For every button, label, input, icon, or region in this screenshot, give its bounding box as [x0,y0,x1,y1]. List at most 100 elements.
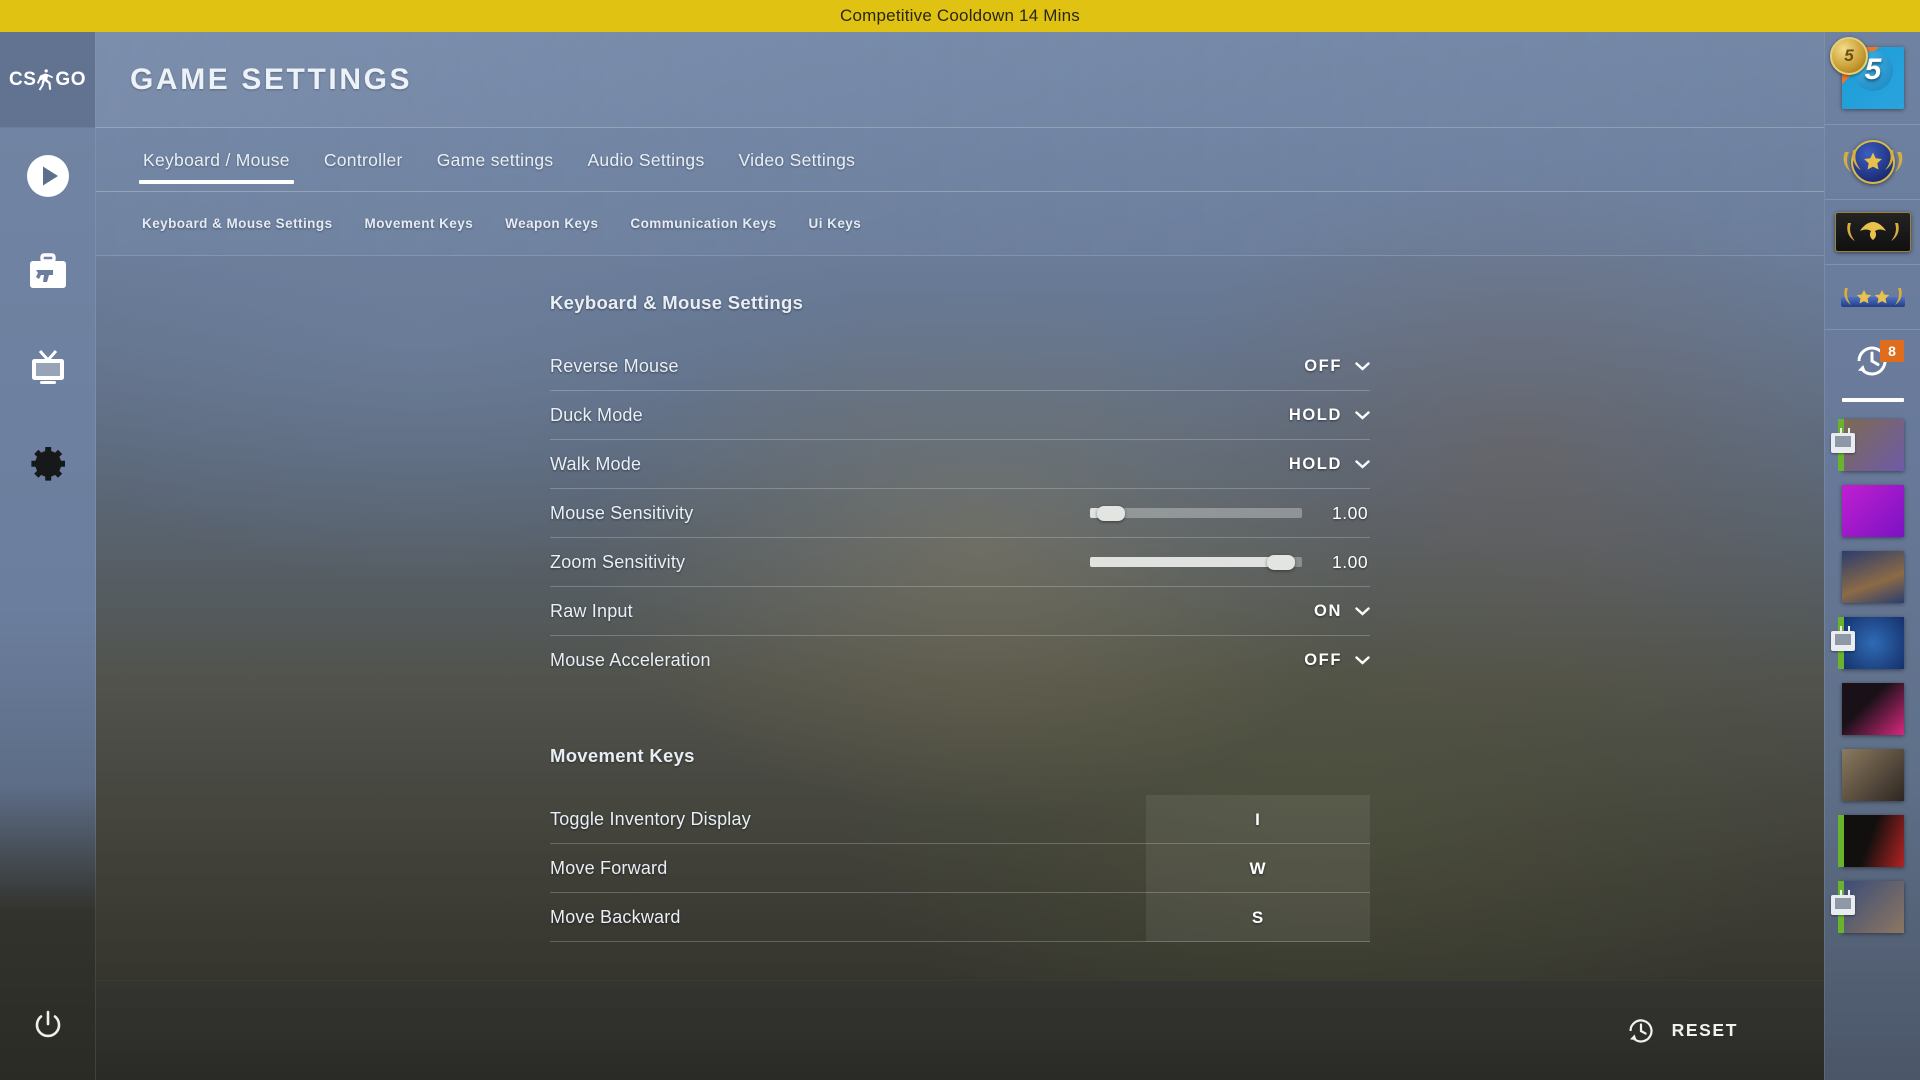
laurel-wreath-icon [1843,150,1903,172]
friend-avatar-5[interactable] [1842,683,1904,735]
settings-content: Keyboard & Mouse Settings Reverse Mouse … [96,256,1824,980]
left-sidebar: CS GO [0,32,96,1080]
tab-video-settings[interactable]: Video Settings [722,128,873,192]
setting-label: Toggle Inventory Display [550,808,751,829]
setting-row-raw-input[interactable]: Raw Input ON [550,587,1370,636]
friend-avatar-4[interactable] [1831,617,1904,669]
chevron-down-icon [1355,656,1370,665]
setting-row-mouse-sensitivity[interactable]: Mouse Sensitivity 1.00 [550,489,1370,538]
watch-stream-icon[interactable] [1831,895,1855,915]
friend-slot[interactable] [1825,478,1920,544]
competitive-cooldown-banner: Competitive Cooldown 14 Mins [0,0,1920,32]
setting-row-zoom-sensitivity[interactable]: Zoom Sensitivity 1.00 [550,538,1370,587]
setting-value-dropdown[interactable]: HOLD [1289,455,1370,474]
mouse-sensitivity-value: 1.00 [1332,502,1369,523]
reset-label: RESET [1671,1020,1738,1040]
subtab-label: Movement Keys [364,216,474,231]
friend-avatar-image [1842,551,1904,603]
power-button[interactable] [0,996,96,1056]
csgo-logo: CS GO [0,32,95,128]
friend-slot[interactable] [1825,610,1920,676]
keybind-value[interactable]: I [1146,794,1370,844]
watch-stream-icon[interactable] [1831,433,1855,453]
friend-slot[interactable] [1825,742,1920,808]
zoom-sensitivity-value: 1.00 [1332,551,1369,572]
subtab-ui-keys[interactable]: Ui Keys [793,192,878,256]
friend-slot[interactable] [1825,544,1920,610]
setting-row-move-forward[interactable]: Move Forward W [550,843,1370,893]
setting-row-duck-mode[interactable]: Duck Mode HOLD [550,391,1370,440]
cooldown-text: Competitive Cooldown 14 Mins [840,6,1080,25]
slider-knob[interactable] [1266,555,1295,570]
subtab-communication-keys[interactable]: Communication Keys [614,192,792,256]
history-clock-icon[interactable]: 8 [1842,338,1904,384]
profile-avatar-slot[interactable]: 5 5 [1825,32,1920,124]
friend-avatar-image [1842,749,1904,801]
friend-slot[interactable] [1825,412,1920,478]
friend-slot[interactable] [1825,874,1920,940]
sidebar-item-play[interactable] [0,128,96,224]
service-medal-icon [1837,136,1909,188]
sidebar-item-settings[interactable] [0,416,96,512]
zoom-sensitivity-slider[interactable] [1090,555,1302,570]
reset-clock-icon [1629,1018,1653,1043]
mouse-sensitivity-slider[interactable] [1090,506,1302,521]
setting-label: Mouse Acceleration [550,650,711,670]
page-header: GAME SETTINGS [96,32,1824,128]
section-title-keyboard-mouse: Keyboard & Mouse Settings [550,292,804,313]
match-history-slot[interactable]: 8 [1825,330,1920,392]
friend-avatar-1[interactable] [1831,419,1904,471]
setting-value-dropdown[interactable]: OFF [1304,651,1370,670]
stars-badge-slot[interactable] [1825,265,1920,329]
chevron-down-icon [1355,361,1370,371]
stars-badge-icon [1835,277,1911,317]
subtab-weapon-keys[interactable]: Weapon Keys [489,192,614,256]
slider-fill [1090,557,1281,567]
friend-avatar-8[interactable] [1831,881,1904,933]
setting-row-walk-mode[interactable]: Walk Mode HOLD [550,440,1370,489]
chevron-down-icon [1355,606,1370,616]
setting-value-dropdown[interactable]: OFF [1304,357,1370,376]
online-indicator [1838,815,1844,867]
right-panel: 5 5 8 [1824,32,1920,1080]
rank-badge-slot[interactable] [1825,200,1920,264]
subtab-movement-keys[interactable]: Movement Keys [349,192,490,256]
setting-value-dropdown[interactable]: ON [1314,602,1370,621]
tab-game-settings[interactable]: Game settings [420,128,571,192]
setting-label: Move Backward [550,906,681,927]
subtab-keyboard-mouse-settings[interactable]: Keyboard & Mouse Settings [126,192,349,256]
keybind-value[interactable]: S [1146,892,1370,942]
friend-avatar-7[interactable] [1838,815,1904,867]
friend-slot[interactable] [1825,676,1920,742]
csgo-soldier-icon [37,68,54,92]
sidebar-item-inventory[interactable] [0,224,96,320]
csgo-logo-text: CS GO [9,68,86,92]
section-title-movement-keys: Movement Keys [550,745,695,766]
tab-label: Audio Settings [587,149,705,170]
tab-keyboard-mouse[interactable]: Keyboard / Mouse [126,128,307,192]
setting-row-reverse-mouse[interactable]: Reverse Mouse OFF [550,342,1370,391]
main-tabbar: Keyboard / Mouse Controller Game setting… [96,128,1824,192]
keybind-value[interactable]: W [1146,843,1370,893]
watch-stream-icon[interactable] [1831,631,1855,651]
tab-controller[interactable]: Controller [307,128,420,192]
tab-audio-settings[interactable]: Audio Settings [570,128,721,192]
friend-avatar-2[interactable] [1842,485,1904,537]
sidebar-item-watch[interactable] [0,320,96,416]
friend-avatar-3[interactable] [1842,551,1904,603]
reset-button[interactable]: RESET [1626,1016,1738,1046]
setting-row-toggle-inventory-display[interactable]: Toggle Inventory Display I [550,794,1370,844]
friend-avatar-6[interactable] [1842,749,1904,801]
friend-slot[interactable] [1825,808,1920,874]
friend-avatar-image [1842,815,1904,867]
slider-knob[interactable] [1097,506,1126,521]
avatar[interactable]: 5 5 [1830,37,1904,109]
friend-avatar-image [1842,683,1904,735]
setting-row-move-backward[interactable]: Move Backward S [550,892,1370,942]
chevron-down-icon [1355,459,1370,469]
page-title: GAME SETTINGS [130,62,413,96]
service-medal-slot[interactable] [1825,125,1920,199]
setting-value-dropdown[interactable]: HOLD [1289,406,1370,425]
setting-label: Move Forward [550,857,668,878]
setting-row-mouse-acceleration[interactable]: Mouse Acceleration OFF [550,636,1370,685]
